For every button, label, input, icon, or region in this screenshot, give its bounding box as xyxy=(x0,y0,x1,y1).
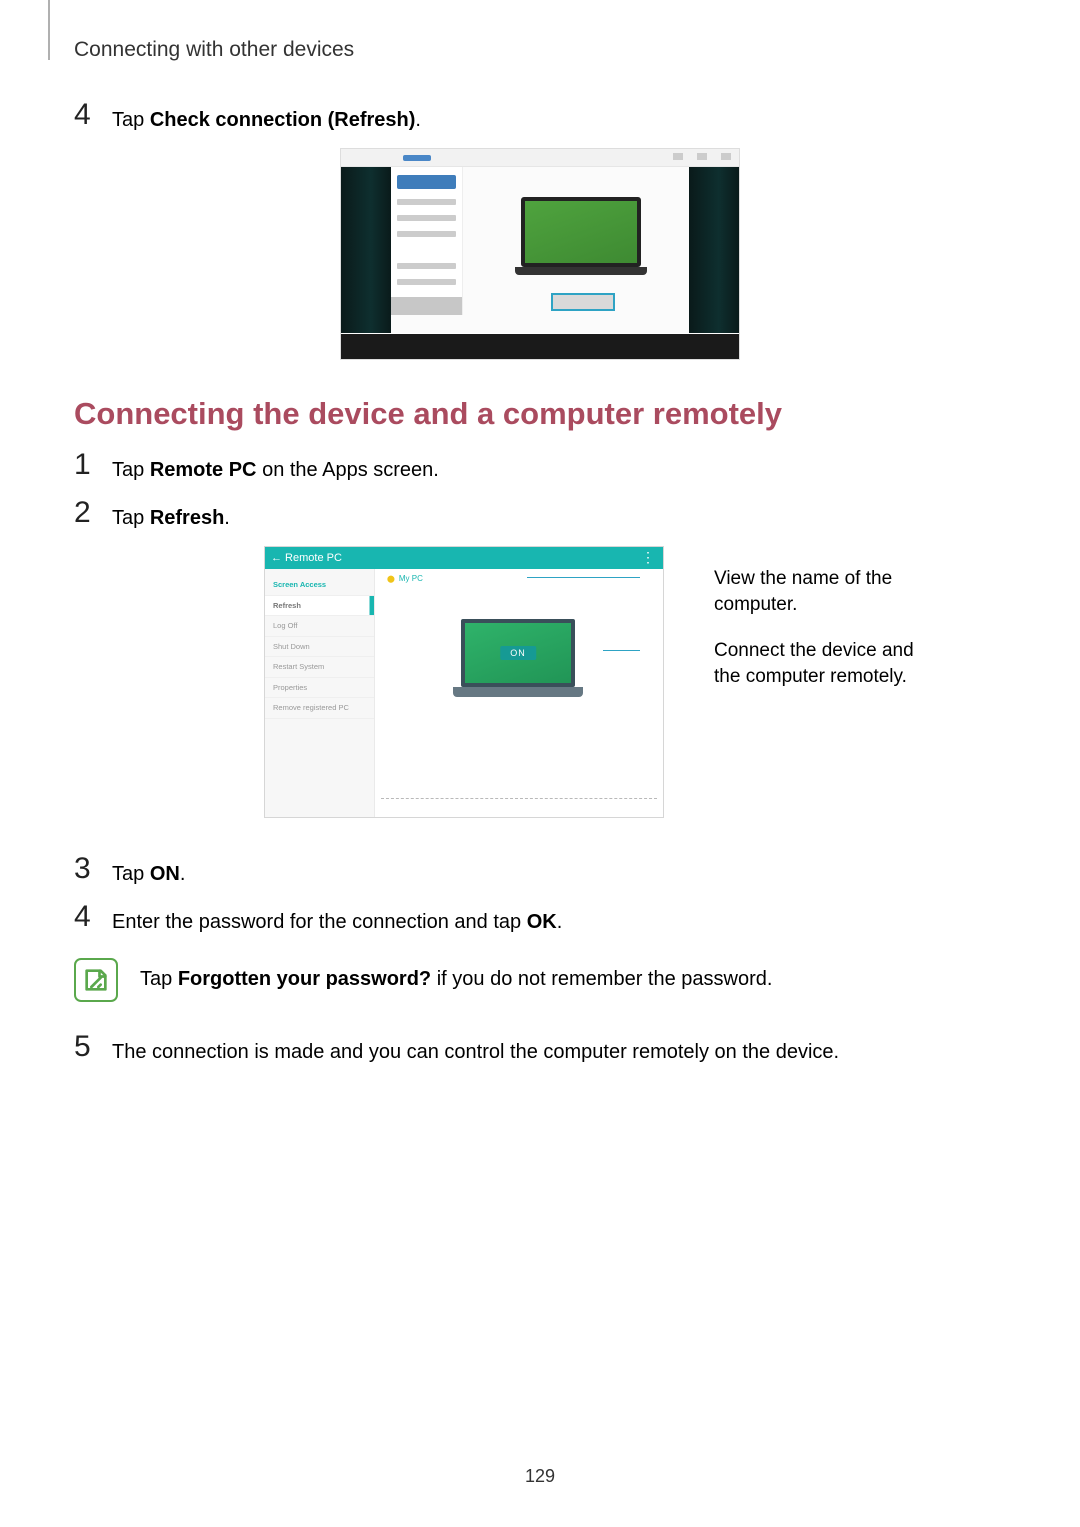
figure-sidebar: Screen Access Refresh Log Off Shut Down … xyxy=(265,569,375,817)
back-label: ← Remote PC xyxy=(271,552,342,564)
step-text: Enter the password for the connection an… xyxy=(112,902,562,936)
text: Tap xyxy=(140,968,178,990)
text: . xyxy=(415,109,421,131)
text: . xyxy=(180,863,186,885)
bold: Remote PC xyxy=(150,459,257,481)
step-4: 4 Enter the password for the connection … xyxy=(74,902,1006,936)
callout-leader-line xyxy=(527,577,640,578)
bold: Refresh xyxy=(150,507,224,529)
step-number: 2 xyxy=(74,498,112,528)
page-content: 4 Tap Check connection (Refresh). Connec… xyxy=(74,100,1006,1080)
window-body xyxy=(391,167,689,333)
breadcrumb: Connecting with other devices xyxy=(74,38,354,62)
figure-sidebar xyxy=(391,167,463,315)
on-button-illustration: ON xyxy=(500,646,536,660)
text: Tap xyxy=(112,109,150,131)
bold: ON xyxy=(150,863,180,885)
figure-tablet-with-callouts: ← Remote PC ⋮ Screen Access Refresh Log … xyxy=(74,546,1006,830)
text: on the Apps screen. xyxy=(257,459,439,481)
window-border-left xyxy=(341,167,391,333)
step-text: The connection is made and you can contr… xyxy=(112,1032,839,1066)
bold: Forgotten your password? xyxy=(178,968,431,990)
sidebar-item: Shut Down xyxy=(265,637,374,658)
window-border-right xyxy=(689,167,739,333)
step-text: Tap Check connection (Refresh). xyxy=(112,100,421,134)
step-number: 3 xyxy=(74,854,112,884)
sidebar-item: Restart System xyxy=(265,657,374,678)
step-text: Tap Refresh. xyxy=(112,498,230,532)
step-text: Tap ON. xyxy=(112,854,185,888)
step-3: 3 Tap ON. xyxy=(74,854,1006,888)
step-number: 4 xyxy=(74,902,112,932)
step-1: 1 Tap Remote PC on the Apps screen. xyxy=(74,450,1006,484)
sidebar-item: Remove registered PC xyxy=(265,698,374,719)
step-number: 4 xyxy=(74,100,112,130)
text: Tap xyxy=(112,863,150,885)
sidebar-item: Log Off xyxy=(265,616,374,637)
step-5: 5 The connection is made and you can con… xyxy=(74,1032,1006,1066)
step-4-top: 4 Tap Check connection (Refresh). xyxy=(74,100,1006,134)
sidebar-item: Properties xyxy=(265,678,374,699)
text: Tap xyxy=(112,507,150,529)
callout-computer-name: View the name of the computer. xyxy=(714,566,914,617)
text: . xyxy=(557,911,563,933)
note-icon xyxy=(74,958,118,1002)
step-2: 2 Tap Refresh. xyxy=(74,498,1006,532)
figure-tablet: ← Remote PC ⋮ Screen Access Refresh Log … xyxy=(264,546,664,818)
callout-connect: Connect the device and the computer remo… xyxy=(714,638,944,689)
more-icon: ⋮ xyxy=(641,549,655,566)
sidebar-item: Refresh xyxy=(265,596,374,617)
computer-name-chip: My PC xyxy=(387,574,423,583)
note-text: Tap Forgotten your password? if you do n… xyxy=(140,958,772,991)
step-number: 1 xyxy=(74,450,112,480)
figure-main-pane: My PC ON xyxy=(375,569,663,817)
divider-dashed xyxy=(381,798,657,799)
top-margin-rule xyxy=(48,0,50,60)
figure-desktop-window xyxy=(340,148,740,360)
laptop-icon xyxy=(521,197,641,279)
figure-refresh-button xyxy=(551,293,615,311)
step-text: Tap Remote PC on the Apps screen. xyxy=(112,450,439,484)
note-block: Tap Forgotten your password? if you do n… xyxy=(74,958,1006,1002)
text: Tap xyxy=(112,459,150,481)
page-number: 129 xyxy=(525,1466,555,1487)
text: Enter the password for the connection an… xyxy=(112,911,527,933)
laptop-icon: ON xyxy=(461,619,575,701)
text: if you do not remember the password. xyxy=(431,968,772,990)
callout-leader-line xyxy=(603,650,640,651)
window-controls xyxy=(673,153,731,160)
bold: Check connection (Refresh) xyxy=(150,109,416,131)
figure-app-header: ← Remote PC ⋮ xyxy=(265,547,663,569)
text: The connection is made and you can contr… xyxy=(112,1041,839,1063)
text: . xyxy=(224,507,230,529)
step-number: 5 xyxy=(74,1032,112,1062)
bold: OK xyxy=(527,911,557,933)
sidebar-item: Screen Access xyxy=(265,575,374,596)
window-titlebar xyxy=(341,149,739,167)
section-heading: Connecting the device and a computer rem… xyxy=(74,396,1006,432)
